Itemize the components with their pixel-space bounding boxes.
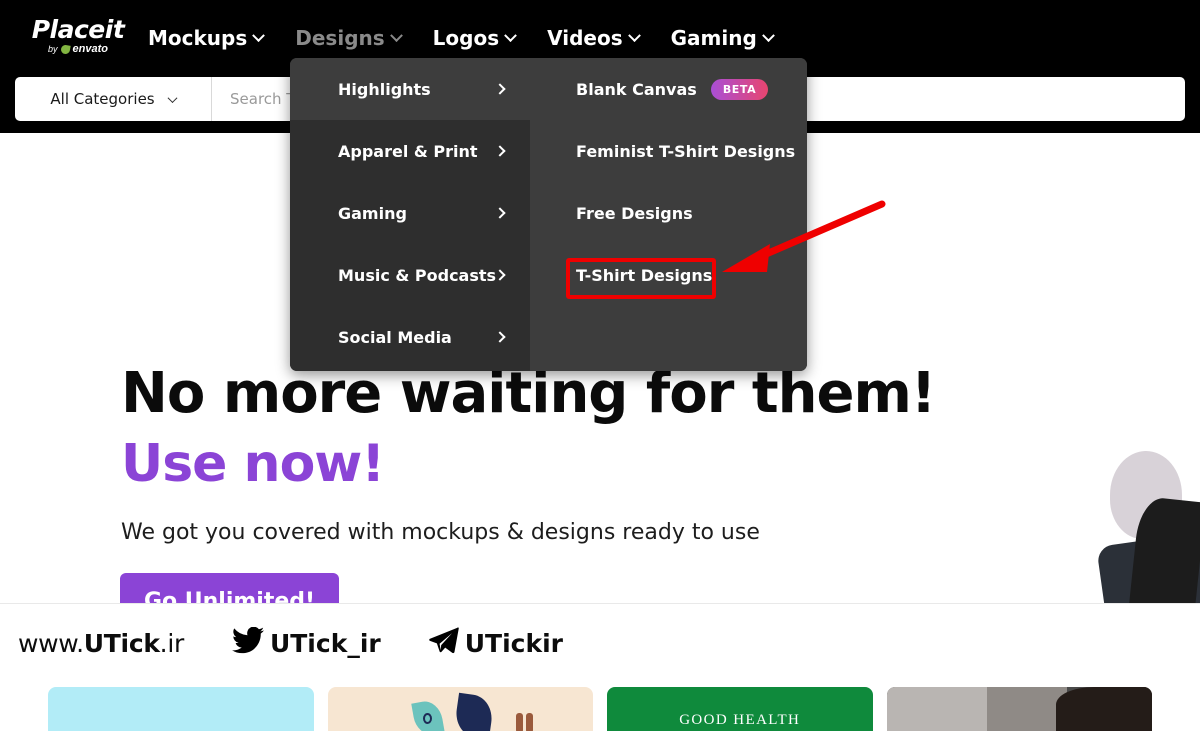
mega-menu-label-social-media: Social Media — [338, 327, 452, 347]
mega-menu-label-music-podcasts: Music & Podcasts — [338, 265, 497, 285]
mega-menu-item-music-podcasts[interactable]: Music & Podcasts — [290, 244, 530, 306]
watermark-bar: www.UTick.ir UTick_ir UTickir — [0, 604, 1200, 682]
logo-byline: by envato — [48, 43, 108, 55]
card-label-good-health: GOOD HEALTH — [679, 712, 801, 728]
chevron-down-icon — [627, 28, 641, 42]
mega-menu-label-free-designs: Free Designs — [576, 203, 693, 223]
watermark-telegram-handle: UTickir — [464, 628, 564, 658]
mega-menu-label-blank-canvas: Blank Canvas — [576, 79, 697, 99]
chevron-right-icon — [494, 83, 506, 95]
nav-item-gaming[interactable]: Gaming — [669, 22, 775, 54]
twitter-bird-icon — [231, 626, 264, 660]
mega-menu-label-apparel-print: Apparel & Print — [338, 141, 478, 161]
nav-label-videos: Videos — [547, 26, 623, 50]
nav-item-designs[interactable]: Designs — [293, 22, 403, 54]
mega-menu-link-blank-canvas[interactable]: Blank Canvas BETA — [530, 58, 807, 120]
beta-badge: BETA — [710, 78, 769, 100]
watermark-site-tld: .ir — [159, 628, 185, 658]
watermark-site-prefix: www. — [18, 628, 84, 658]
chevron-right-icon — [494, 145, 506, 157]
watermark-twitter: UTick_ir — [231, 626, 381, 660]
mega-menu-item-highlights[interactable]: Highlights — [290, 58, 531, 120]
watermark-website: www.UTick.ir — [18, 629, 184, 658]
mega-menu-link-tshirt-designs[interactable]: T-Shirt Designs — [530, 244, 807, 306]
logo-it-text: it — [104, 15, 125, 44]
watermark-twitter-handle: UTick_ir — [269, 628, 381, 658]
go-unlimited-button[interactable]: Go Unlimited! — [120, 573, 339, 603]
nav-label-designs: Designs — [295, 26, 385, 50]
chevron-down-icon — [167, 92, 178, 103]
chevron-down-icon — [389, 28, 403, 42]
nav-item-videos[interactable]: Videos — [545, 22, 641, 54]
mega-menu-links-column: Blank Canvas BETA Feminist T-Shirt Desig… — [530, 58, 807, 371]
mega-menu-item-gaming[interactable]: Gaming — [290, 182, 530, 244]
chevron-right-icon — [494, 269, 506, 281]
mega-menu-label-tshirt-designs: T-Shirt Designs — [576, 265, 713, 285]
designs-mega-menu: Highlights Apparel & Print Gaming Music … — [290, 58, 807, 371]
template-card-row: GOOD HEALTH — [0, 687, 1200, 731]
watermark-telegram: UTickir — [429, 626, 564, 660]
chevron-down-icon — [761, 28, 775, 42]
template-card-light-blue[interactable] — [48, 687, 314, 731]
logo-by-text: by — [48, 44, 58, 54]
nav-item-mockups[interactable]: Mockups — [146, 22, 266, 54]
mega-menu-link-feminist-tshirt-designs[interactable]: Feminist T-Shirt Designs — [530, 120, 807, 182]
main-navigation: Mockups Designs Logos Videos Gaming — [146, 22, 775, 54]
chevron-right-icon — [494, 207, 506, 219]
category-dropdown-label: All Categories — [50, 90, 155, 108]
mega-menu-category-column: Highlights Apparel & Print Gaming Music … — [290, 58, 531, 371]
placeit-logo[interactable]: Placeit by envato — [22, 12, 134, 60]
logo-envato-text: envato — [72, 43, 108, 55]
template-card-good-health[interactable]: GOOD HEALTH — [607, 687, 873, 731]
telegram-paperplane-icon — [429, 626, 459, 660]
mega-menu-link-free-designs[interactable]: Free Designs — [530, 182, 807, 244]
mega-menu-item-apparel-print[interactable]: Apparel & Print — [290, 120, 530, 182]
nav-label-mockups: Mockups — [148, 26, 248, 50]
mega-menu-label-feminist-tshirt-designs: Feminist T-Shirt Designs — [576, 141, 796, 161]
category-dropdown[interactable]: All Categories — [15, 77, 212, 121]
nav-label-logos: Logos — [432, 26, 500, 50]
template-card-beige[interactable] — [327, 687, 593, 731]
hero-heading-line2: Use now! — [121, 434, 385, 494]
nav-item-logos[interactable]: Logos — [431, 22, 517, 54]
hero-person-image — [1030, 443, 1200, 603]
watermark-site-name: UTick — [83, 628, 160, 658]
mega-menu-item-social-media[interactable]: Social Media — [290, 306, 530, 368]
chevron-right-icon — [494, 331, 506, 343]
page-root: No more waiting for them! Use now! We go… — [0, 0, 1200, 731]
nav-label-gaming: Gaming — [670, 26, 757, 50]
chevron-down-icon — [252, 28, 266, 42]
logo-wordmark: Placeit — [32, 17, 125, 42]
chevron-down-icon — [504, 28, 517, 42]
envato-leaf-icon — [59, 43, 71, 55]
template-card-photo[interactable] — [886, 687, 1152, 731]
mega-menu-label-gaming: Gaming — [338, 203, 407, 223]
hero-heading-line1: No more waiting for them! — [121, 361, 936, 426]
hero-subheading: We got you covered with mockups & design… — [121, 520, 760, 545]
mega-menu-label-highlights: Highlights — [338, 79, 431, 99]
logo-place-text: Place — [31, 15, 106, 44]
